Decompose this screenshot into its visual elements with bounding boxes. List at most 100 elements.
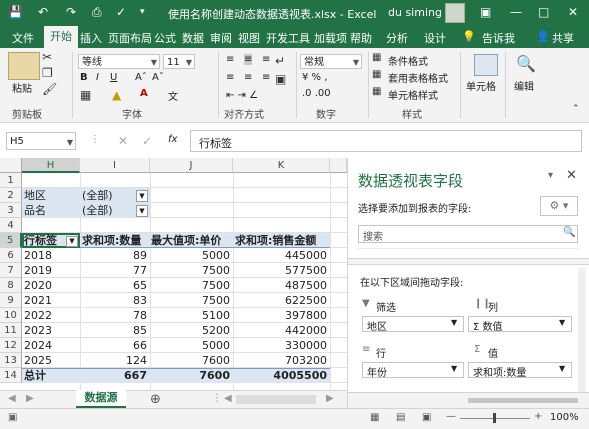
column-header-h[interactable]: H (22, 158, 80, 173)
pivot-cell-price[interactable]: 5000 (150, 248, 233, 263)
tab-data[interactable]: 数据 (182, 30, 204, 46)
pivot-cell-year[interactable]: 2018 (24, 248, 52, 263)
pivot-cell-price[interactable]: 7500 (150, 293, 233, 308)
select-all-corner[interactable] (0, 158, 22, 173)
pivot-cell-qty[interactable]: 85 (80, 323, 150, 338)
align-right-icon[interactable]: ≡ (262, 72, 270, 83)
pivot-cell-amount[interactable]: 442000 (233, 323, 330, 338)
increase-font-icon[interactable]: Aˆ (135, 72, 147, 83)
pivot-cell-amount[interactable]: 330000 (233, 338, 330, 353)
currency-icon[interactable]: ¥ % , (302, 72, 327, 83)
chevron-down-icon[interactable]: ▾ (548, 170, 553, 181)
chevron-down-icon[interactable]: ▼ (559, 318, 565, 327)
row-header[interactable]: 1 (0, 173, 22, 188)
align-top-icon[interactable]: ≡ (226, 54, 234, 65)
paste-button[interactable]: 粘贴 (12, 80, 32, 95)
align-left-icon[interactable]: ≡ (226, 72, 234, 83)
align-middle-icon[interactable]: ≡ (244, 54, 253, 65)
insert-function-button[interactable]: fx (168, 134, 177, 145)
name-box[interactable]: H5 ▼ (6, 132, 76, 150)
filter-value[interactable]: (全部) (82, 203, 113, 218)
merge-center-icon[interactable]: ▣ (275, 72, 286, 86)
chevron-down-icon[interactable]: ▼ (451, 318, 457, 327)
column-header-i[interactable]: I (80, 158, 150, 173)
total-amount[interactable]: 4005500 (233, 368, 330, 383)
filter-dropdown-icon[interactable]: ▼ (136, 190, 148, 202)
italic-icon[interactable]: I (96, 72, 99, 83)
pivot-cell-amount[interactable]: 445000 (233, 248, 330, 263)
user-name[interactable]: du siming (388, 6, 442, 19)
spreadsheet-grid[interactable]: H I J K 1 2 3 4 5 6 7 8 9 10 11 12 13 14 地区 (全部) ▼ 品名… (0, 158, 347, 390)
paste-icon[interactable] (8, 52, 40, 80)
close-icon[interactable]: ✕ (568, 5, 578, 19)
chevron-down-icon[interactable]: ▼ (451, 364, 457, 373)
undo-icon[interactable]: ↶ (38, 5, 48, 19)
font-name-select[interactable]: 等线 ▼ (78, 54, 160, 69)
pivot-cell-qty[interactable]: 77 (80, 263, 150, 278)
horizontal-scrollbar[interactable] (236, 395, 316, 404)
indent-icon[interactable]: ⇤ ⇥ ∠ (226, 90, 258, 101)
tab-file[interactable]: 文件 (12, 30, 34, 46)
row-header[interactable]: 3 (0, 203, 22, 218)
bold-icon[interactable]: B (80, 72, 88, 83)
row-header[interactable]: 9 (0, 293, 22, 308)
pivot-cell-qty[interactable]: 78 (80, 308, 150, 323)
pivot-cell-price[interactable]: 7600 (150, 353, 233, 368)
underline-icon[interactable]: U (110, 72, 117, 83)
pane-splitter[interactable] (348, 258, 589, 265)
share-button[interactable]: 共享 (552, 30, 574, 46)
total-price[interactable]: 7600 (150, 368, 233, 383)
decimal-icon[interactable]: .0 .00 (302, 88, 331, 99)
tab-design[interactable]: 设计 (424, 30, 446, 46)
field-search-input[interactable]: 搜索 🔍 (358, 225, 578, 243)
filter-dropdown-icon[interactable]: ▼ (136, 205, 148, 217)
row-header[interactable]: 13 (0, 353, 22, 368)
pivot-cell-amount[interactable]: 703200 (233, 353, 330, 368)
save-icon[interactable]: 💾 (8, 5, 23, 19)
gear-icon[interactable]: ⚙ ▾ (540, 196, 578, 216)
row-header[interactable]: 14 (0, 368, 22, 383)
pivot-cell-price[interactable]: 5200 (150, 323, 233, 338)
normal-view-icon[interactable]: ▦ (370, 412, 379, 423)
total-qty[interactable]: 667 (80, 368, 150, 383)
tab-formulas[interactable]: 公式 (154, 30, 176, 46)
pivot-cell-year[interactable]: 2021 (24, 293, 52, 308)
row-header[interactable]: 12 (0, 338, 22, 353)
font-size-select[interactable]: 11 ▼ (163, 54, 195, 69)
page-layout-view-icon[interactable]: ▤ (396, 412, 405, 423)
pivot-cell-amount[interactable]: 397800 (233, 308, 330, 323)
pivot-cell-year[interactable]: 2019 (24, 263, 52, 278)
pivot-cell-qty[interactable]: 83 (80, 293, 150, 308)
pivot-cell-year[interactable]: 2023 (24, 323, 52, 338)
format-as-table-button[interactable]: 套用表格格式 (388, 70, 448, 85)
tab-help[interactable]: 帮助 (350, 30, 372, 46)
pivot-cell-year[interactable]: 2022 (24, 308, 52, 323)
tab-addins[interactable]: 加载项 (314, 30, 347, 46)
font-color-icon[interactable]: A (140, 88, 148, 99)
tab-insert[interactable]: 插入 (80, 30, 102, 46)
pivot-cell-year[interactable]: 2020 (24, 278, 52, 293)
pivot-cell-price[interactable]: 7500 (150, 263, 233, 278)
pivot-header-row-labels[interactable]: 行标签 (24, 233, 57, 248)
row-header[interactable]: 5 (0, 233, 22, 248)
cut-icon[interactable]: ✂ (42, 50, 52, 64)
scroll-right-icon[interactable]: ▶ (26, 393, 34, 404)
tab-home[interactable]: 开始 (44, 26, 78, 48)
total-label[interactable]: 总计 (24, 368, 46, 383)
spell-check-icon[interactable]: ✓ (116, 5, 126, 19)
row-header[interactable]: 6 (0, 248, 22, 263)
number-format-select[interactable]: 常规 ▼ (300, 54, 362, 69)
column-header-next[interactable] (330, 158, 347, 173)
phonetic-icon[interactable]: 文 (168, 88, 178, 103)
pivot-cell-amount[interactable]: 622500 (233, 293, 330, 308)
zoom-slider-thumb[interactable] (493, 413, 496, 423)
row-header[interactable]: 7 (0, 263, 22, 278)
pivot-cell-qty[interactable]: 66 (80, 338, 150, 353)
ribbon-display-icon[interactable]: ▣ (480, 5, 491, 19)
pane-scrollbar[interactable] (578, 268, 586, 398)
pivot-header-amount[interactable]: 求和项:销售金额 (235, 233, 316, 248)
row-header[interactable]: 4 (0, 218, 22, 233)
enter-icon[interactable]: ✓ (142, 134, 152, 148)
fill-color-icon[interactable]: ▲ (112, 88, 121, 102)
cancel-icon[interactable]: ✕ (118, 134, 128, 148)
